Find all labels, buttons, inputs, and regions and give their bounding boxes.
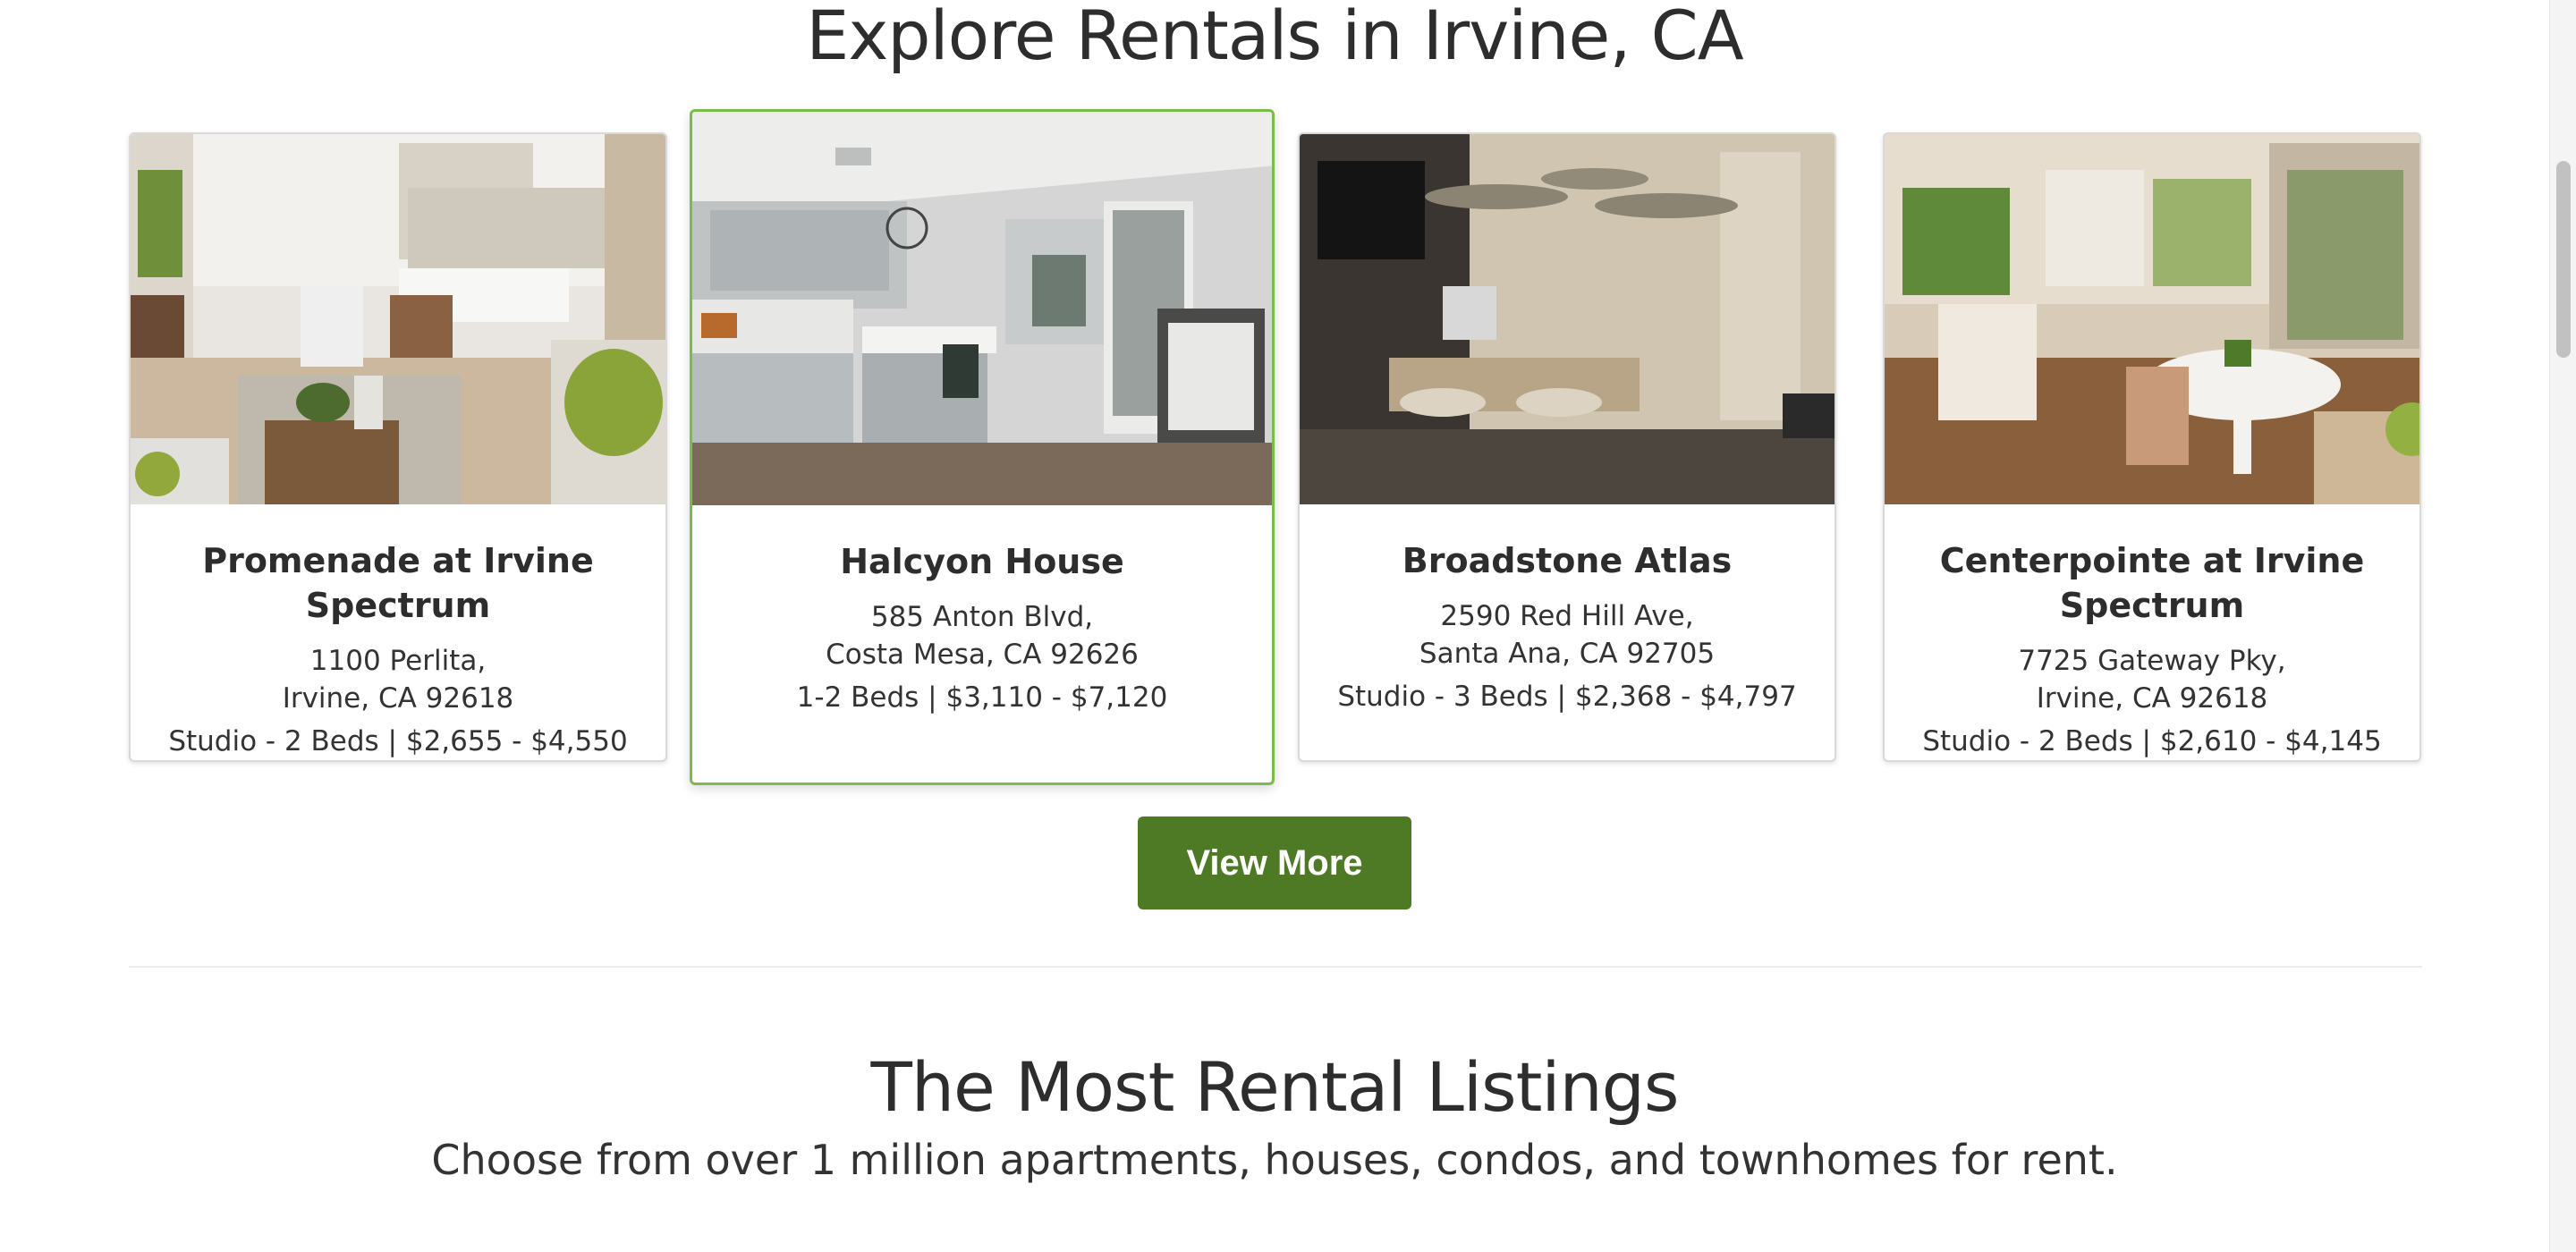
listing-photo[interactable] — [1300, 134, 1835, 504]
listing-address-line2: Santa Ana, CA 92705 — [1419, 638, 1716, 670]
listing-photo[interactable] — [1885, 134, 2419, 504]
scrollbar-thumb[interactable] — [2556, 161, 2571, 358]
listing-photo[interactable] — [692, 112, 1272, 505]
listing-card-broadstone-atlas[interactable]: Broadstone Atlas 2590 Red Hill Ave, Sant… — [1298, 132, 1836, 762]
listing-photo[interactable] — [131, 134, 665, 504]
listing-card-halcyon-house[interactable]: Halcyon House 585 Anton Blvd, Costa Mesa… — [690, 109, 1275, 785]
section-title-explore: Explore Rentals in Irvine, CA — [806, 0, 1743, 75]
listing-name[interactable]: Promenade at Irvine Spectrum — [131, 538, 665, 628]
listing-address-line1: 585 Anton Blvd, — [870, 601, 1094, 633]
listing-address-line1: 2590 Red Hill Ave, — [1440, 600, 1694, 632]
page-scrollbar[interactable] — [2549, 0, 2576, 1252]
listing-name[interactable]: Centerpointe at Irvine Spectrum — [1885, 538, 2419, 628]
listing-address-line2: Irvine, CA 92618 — [2036, 682, 2268, 715]
view-more-button[interactable]: View More — [1138, 816, 1411, 909]
listing-price: Studio - 3 Beds | $2,368 - $4,797 — [1337, 681, 1797, 713]
listing-price: Studio - 2 Beds | $2,655 - $4,550 — [168, 725, 628, 757]
listing-name[interactable]: Broadstone Atlas — [1300, 538, 1835, 583]
listing-address-line1: 1100 Perlita, — [309, 645, 487, 677]
listing-address-line2: Irvine, CA 92618 — [282, 682, 514, 715]
listing-address-line1: 7725 Gateway Pky, — [2018, 645, 2286, 677]
listing-address-line2: Costa Mesa, CA 92626 — [826, 639, 1139, 671]
listing-name[interactable]: Halcyon House — [692, 539, 1272, 584]
listing-price: 1-2 Beds | $3,110 - $7,120 — [796, 681, 1168, 714]
listing-price: Studio - 2 Beds | $2,610 - $4,145 — [1922, 725, 2382, 757]
section-title-most-listings: The Most Rental Listings — [870, 1047, 1679, 1127]
section-divider — [129, 966, 2422, 968]
listing-card-centerpointe[interactable]: Centerpointe at Irvine Spectrum 7725 Gat… — [1883, 132, 2421, 762]
section-subtitle: Choose from over 1 million apartments, h… — [431, 1136, 2118, 1184]
listing-card-promenade[interactable]: Promenade at Irvine Spectrum 1100 Perlit… — [129, 132, 667, 762]
